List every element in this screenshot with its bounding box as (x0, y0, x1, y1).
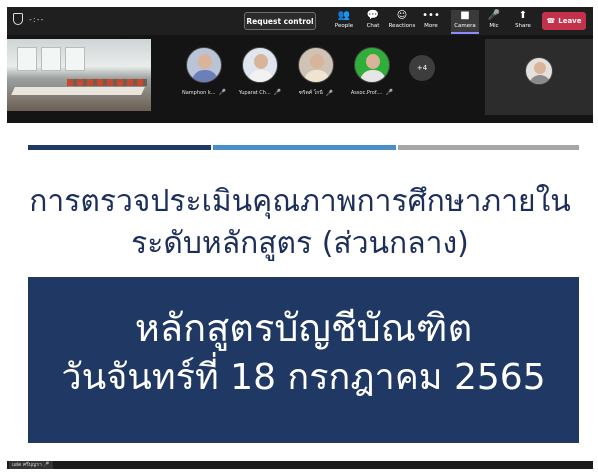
mic-label: Mic (489, 23, 499, 29)
participant-avatar (242, 47, 278, 83)
mic-off-icon: 🎤 (218, 89, 226, 96)
room-window (65, 47, 85, 71)
more-participants-button[interactable]: +4 (409, 55, 435, 81)
meeting-toolbar: -:-- Request control 👥 People 💬 Chat ☺ R… (7, 7, 593, 35)
room-window (41, 47, 61, 71)
meeting-timer: -:-- (29, 14, 45, 24)
participant-avatar (186, 47, 222, 83)
camera-button[interactable]: ■ Camera (451, 10, 479, 34)
participant-name: Assoc.Prof.... (350, 89, 383, 96)
meeting-date: วันจันทร์ที่ 18 กรกฎาคม 2565 (61, 357, 546, 398)
camera-icon: ■ (460, 10, 470, 21)
leave-button[interactable]: ☎ Leave (542, 12, 586, 30)
avatar-body (360, 70, 386, 82)
slide-bar-blue (213, 145, 396, 150)
shared-slide: การตรวจประเมินคุณภาพการศึกษาภายใน ระดับห… (7, 123, 593, 461)
more-icon: ••• (422, 10, 440, 21)
chat-icon: 💬 (366, 10, 380, 21)
slide-title-line-2: ระดับหลักสูตร (ส่วนกลาง) (131, 226, 469, 261)
participant-name: Namphon k... (182, 89, 216, 96)
mic-off-icon: 🎤 (487, 10, 501, 21)
participant-avatar (298, 47, 334, 83)
participant-tile[interactable]: Namphon k... 🎤 (174, 47, 234, 109)
avatar-head (198, 54, 212, 69)
share-icon: ⬆ (518, 10, 528, 21)
avatar-head (366, 54, 380, 69)
meeting-window: -:-- Request control 👥 People 💬 Chat ☺ R… (7, 7, 593, 469)
chat-label: Chat (366, 23, 380, 29)
reactions-button[interactable]: ☺ Reactions (388, 10, 416, 34)
share-label: Share (515, 23, 531, 29)
participant-name-row: Namphon k... 🎤 (182, 89, 226, 96)
more-label: More (424, 23, 438, 29)
participant-name-row: Assoc.Prof.... 🎤 (351, 89, 393, 96)
participant-strip: Namphon k... 🎤 Yuparat Ch... 🎤 ฑริตศ์ โก… (7, 35, 593, 123)
bottom-bar: แฝด ศรีบุญรา 🎤 (7, 461, 593, 469)
participant-name: Yuparat Ch... (238, 89, 271, 96)
share-button[interactable]: ⬆ Share (509, 10, 537, 34)
avatar-body (304, 70, 330, 82)
slide-title-line-1: การตรวจประเมินคุณภาพการศึกษาภายใน (29, 184, 571, 219)
mic-off-icon: 🎤 (325, 89, 334, 97)
avatar-body (248, 70, 274, 82)
phone-hangup-icon: ☎ (546, 17, 556, 25)
avatar-head (310, 54, 324, 69)
participant-tile[interactable]: Yuparat Ch... 🎤 (230, 47, 290, 109)
leave-label: Leave (558, 17, 582, 25)
shield-icon[interactable] (13, 13, 23, 25)
mic-off-icon: 🎤 (43, 462, 50, 468)
presenter-name: แฝด ศรีบุญรา (12, 462, 42, 468)
mic-off-icon: 🎤 (273, 89, 282, 96)
room-table (11, 87, 145, 95)
room-video-feed[interactable] (7, 39, 151, 111)
chat-button[interactable]: 💬 Chat (359, 10, 387, 34)
more-button[interactable]: ••• More (417, 10, 445, 34)
people-label: People (334, 23, 354, 29)
self-video-tile[interactable] (485, 39, 593, 115)
self-avatar (525, 57, 553, 85)
slide-title: การตรวจประเมินคุณภาพการศึกษาภายใน ระดับห… (7, 181, 593, 265)
slide-info-box: หลักสูตรบัญชีบัณฑิต วันจันทร์ที่ 18 กรกฎ… (28, 277, 579, 443)
mic-button[interactable]: 🎤 Mic (480, 10, 508, 34)
participant-avatar (354, 47, 390, 83)
avatar-body (529, 75, 551, 84)
camera-label: Camera (454, 23, 476, 29)
mic-off-icon: 🎤 (385, 89, 394, 96)
room-chairs (67, 79, 147, 86)
reactions-label: Reactions (388, 23, 416, 29)
presenter-name-chip: แฝด ศรีบุญรา 🎤 (9, 461, 53, 469)
request-control-button[interactable]: Request control (244, 12, 316, 30)
participant-tile[interactable]: Assoc.Prof.... 🎤 (342, 47, 402, 109)
people-icon: 👥 (337, 10, 351, 21)
people-button[interactable]: 👥 People (330, 10, 358, 34)
room-window (17, 47, 37, 71)
reactions-icon: ☺ (396, 10, 408, 21)
program-name: หลักสูตรบัญชีบัณฑิต (134, 306, 473, 350)
participant-name-row: Yuparat Ch... 🎤 (239, 89, 281, 96)
participant-name-row: ฑริตศ์ โกนี 🎤 (299, 89, 333, 97)
slide-bar-navy (28, 145, 211, 150)
avatar-head (534, 62, 546, 74)
participant-name: ฑริตศ์ โกนี (298, 90, 323, 96)
toolbar-left: -:-- (13, 13, 44, 25)
participant-tile[interactable]: ฑริตศ์ โกนี 🎤 (286, 47, 346, 109)
avatar-head (254, 54, 268, 69)
slide-bar-gray (398, 145, 579, 150)
avatar-body (192, 70, 218, 82)
